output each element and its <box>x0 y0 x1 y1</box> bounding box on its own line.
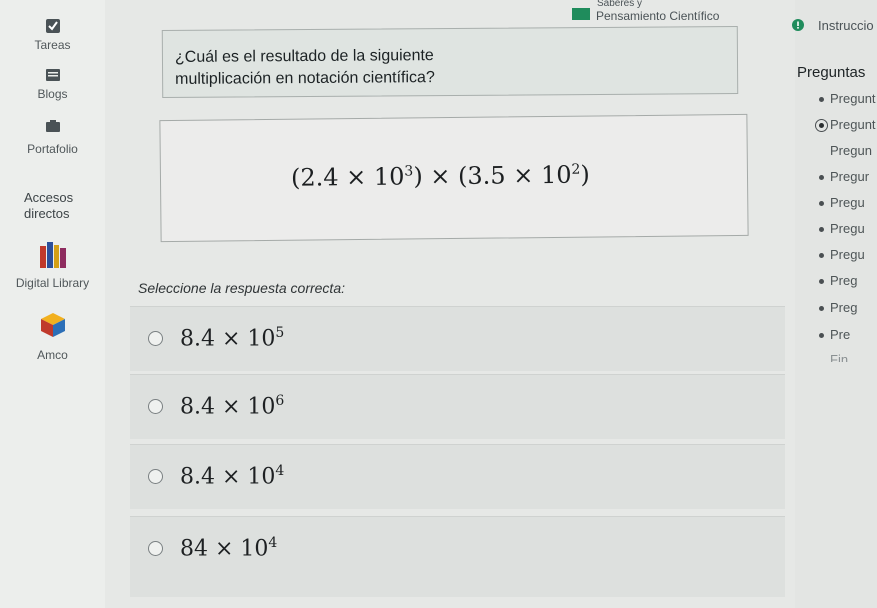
nav-question-3[interactable]: Pregun <box>830 143 872 158</box>
sidebar-item-label: Accesos directos <box>24 190 74 221</box>
nav-finish[interactable]: Fin <box>830 352 848 362</box>
option-value: 84 × 104 <box>180 535 278 562</box>
course-title[interactable]: Pensamiento Científico <box>596 9 719 23</box>
expr-a-exponent: 3 <box>404 163 414 180</box>
instruction-text: Seleccione la respuesta correcta: <box>138 280 345 296</box>
radio-button[interactable] <box>148 331 163 346</box>
checkbox-icon <box>45 19 60 33</box>
nav-question-7[interactable]: Pregu <box>830 247 865 262</box>
current-question-indicator <box>815 119 828 132</box>
sidebar-item-label: Amco <box>37 348 68 362</box>
answer-option-4[interactable]: 84 × 104 <box>130 516 785 597</box>
nav-bullet <box>819 175 824 180</box>
instructions-link[interactable]: Instruccio <box>818 18 874 33</box>
expr-a-mantissa: 2.4 <box>300 163 339 192</box>
nav-bullet <box>819 333 824 338</box>
sidebar-item-accesos[interactable]: Accesos directos <box>0 190 104 222</box>
books-icon <box>39 242 66 268</box>
nav-question-10[interactable]: Pre <box>830 327 850 342</box>
sidebar-item-label: Portafolio <box>27 142 78 156</box>
nav-bullet <box>819 201 824 206</box>
expression-box: (2.4 × 103) × (3.5 × 102) <box>159 113 749 243</box>
alert-icon <box>792 19 804 31</box>
nav-bullet <box>819 306 824 311</box>
sidebar-item-digital-library[interactable]: Digital Library <box>0 242 105 290</box>
option-value: 8.4 × 105 <box>180 325 285 352</box>
nav-question-8[interactable]: Preg <box>830 273 857 288</box>
sidebar-item-label: Tareas <box>34 38 71 52</box>
nav-bullet <box>819 253 824 258</box>
sidebar-item-blogs[interactable]: Blogs <box>0 69 105 101</box>
radio-button[interactable] <box>148 541 163 556</box>
option-value: 8.4 × 106 <box>180 393 285 420</box>
nav-question-2[interactable]: Pregunt <box>830 117 876 132</box>
answer-option-3[interactable]: 8.4 × 104 <box>130 444 785 509</box>
question-text: ¿Cuál es el resultado de la siguiente mu… <box>175 45 435 91</box>
nav-bullet <box>819 279 824 284</box>
radio-button[interactable] <box>148 469 163 484</box>
course-title-top: Saberes y <box>597 0 643 8</box>
sidebar-item-tareas[interactable]: Tareas <box>0 18 105 52</box>
cube-icon <box>40 313 65 337</box>
option-value: 8.4 × 104 <box>180 463 285 490</box>
nav-question-1[interactable]: Pregunt <box>830 91 876 106</box>
question-line-1: ¿Cuál es el resultado de la siguiente <box>174 47 434 66</box>
radio-button[interactable] <box>148 399 163 414</box>
nav-question-6[interactable]: Pregu <box>830 221 865 236</box>
nav-question-5[interactable]: Pregu <box>830 195 865 210</box>
nav-question-4[interactable]: Pregur <box>830 169 869 184</box>
nav-bullet <box>819 97 824 102</box>
answer-option-1[interactable]: 8.4 × 105 <box>130 306 785 371</box>
question-box: ¿Cuál es el resultado de la siguiente mu… <box>161 25 739 99</box>
sidebar-item-label: Digital Library <box>15 276 90 290</box>
sidebar: Tareas Blogs Portafolio Accesos directos… <box>0 0 106 608</box>
sidebar-item-amco[interactable]: Amco <box>0 312 105 362</box>
answer-option-2[interactable]: 8.4 × 106 <box>130 374 785 439</box>
portfolio-icon <box>45 120 60 132</box>
blog-icon <box>45 69 60 81</box>
course-icon <box>572 8 590 20</box>
expression: (2.4 × 103) × (3.5 × 102) <box>290 160 590 192</box>
sidebar-item-label: Blogs <box>37 87 68 101</box>
nav-bullet <box>819 227 824 232</box>
nav-question-9[interactable]: Preg <box>830 300 857 315</box>
question-line-2: multiplicación en notación científica? <box>175 69 435 88</box>
expr-b-mantissa: 3.5 <box>467 161 506 190</box>
expr-b-exponent: 2 <box>571 161 581 178</box>
question-nav-title: Preguntas <box>797 64 866 81</box>
sidebar-item-portafolio[interactable]: Portafolio <box>0 120 105 156</box>
